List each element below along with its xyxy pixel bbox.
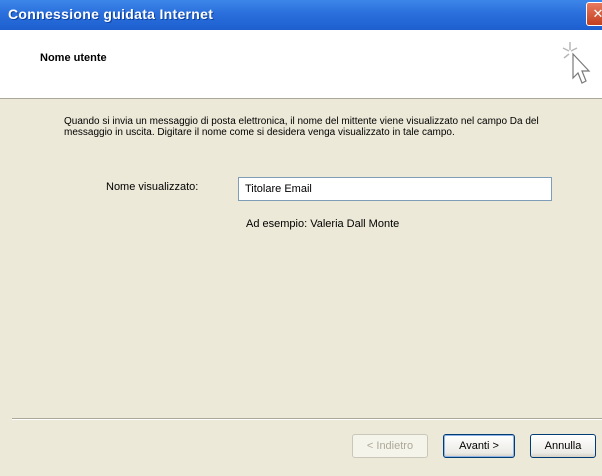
page-title: Nome utente <box>40 52 107 64</box>
close-icon[interactable]: ✕ <box>586 2 602 26</box>
description-text: Quando si invia un messaggio di posta el… <box>64 116 539 138</box>
example-text: Ad esempio: Valeria Dall Monte <box>246 218 400 230</box>
window-title: Connessione guidata Internet <box>8 6 214 22</box>
next-button[interactable]: Avanti > <box>443 434 515 458</box>
cancel-button[interactable]: Annulla <box>530 434 596 458</box>
wizard-window: Connessione guidata Internet ✕ Nome uten… <box>0 0 602 476</box>
wizard-header: Nome utente <box>0 30 602 99</box>
footer-divider <box>12 418 602 420</box>
title-bar[interactable]: Connessione guidata Internet ✕ <box>0 0 602 30</box>
wizard-cursor-icon <box>562 42 591 84</box>
back-button[interactable]: < Indietro <box>352 434 428 458</box>
display-name-input[interactable] <box>238 177 552 201</box>
display-name-label: Nome visualizzato: <box>106 181 199 193</box>
